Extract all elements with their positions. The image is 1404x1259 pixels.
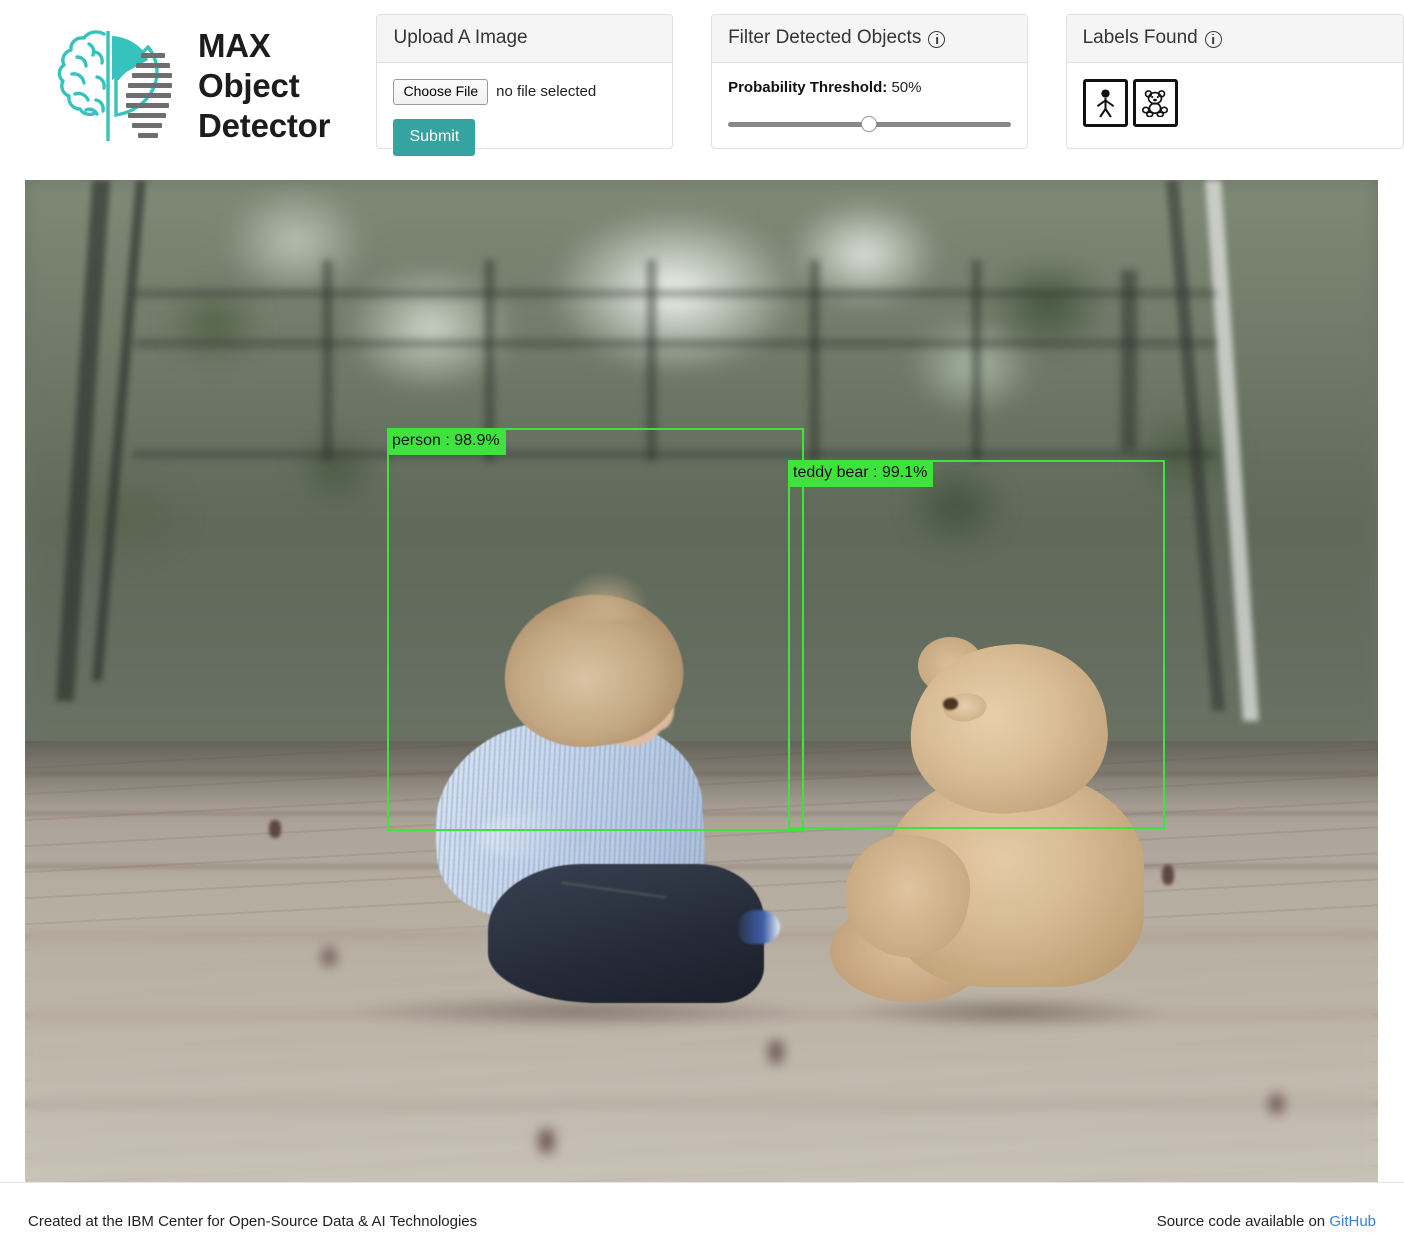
filter-panel-title: Filter Detected Objects — [728, 27, 922, 48]
child-shoe — [739, 910, 780, 945]
child-pants — [487, 864, 764, 1004]
labels-panel-title: Labels Found — [1082, 27, 1198, 48]
bridge-post-4 — [809, 260, 819, 461]
choose-file-button[interactable]: Choose File — [393, 79, 489, 105]
brand-title: MAX Object Detector — [198, 26, 330, 147]
upload-panel-body: Choose File no file selected Submit — [377, 63, 672, 174]
submit-button[interactable]: Submit — [393, 118, 476, 156]
photo-canvas — [25, 180, 1378, 1182]
filter-panel: Filter Detected Objects Probability Thre… — [711, 14, 1028, 149]
labels-panel-header: Labels Found — [1066, 15, 1403, 63]
background-foliage-left — [52, 180, 458, 661]
labels-found-panel: Labels Found — [1065, 14, 1404, 149]
brand-logo: MAX Object Detector — [0, 0, 368, 172]
bridge-rail-low — [133, 450, 1216, 458]
threshold-slider[interactable] — [728, 116, 1011, 134]
deck-nail — [268, 820, 281, 839]
person-pictogram-icon — [1096, 88, 1114, 118]
top-toolbar: MAX Object Detector Upload A Image Choos… — [0, 0, 1404, 172]
detection-image[interactable]: person : 98.9% teddy bear : 99.1% — [25, 180, 1378, 1182]
teddy-bear-figure — [830, 634, 1195, 1030]
background-foliage-right — [863, 180, 1324, 681]
labels-panel-body — [1067, 63, 1403, 145]
child-figure — [398, 569, 804, 1016]
child-shirt-fold — [477, 809, 587, 862]
bridge-post-1 — [322, 260, 332, 461]
bridge-post-2 — [485, 260, 495, 461]
footer-credit: Created at the IBM Center for Open-Sourc… — [28, 1212, 478, 1230]
upload-panel: Upload A Image Choose File no file selec… — [376, 14, 674, 156]
info-circle-icon[interactable] — [1204, 30, 1222, 48]
bridge-rail-top — [133, 290, 1216, 298]
brand-line-2: Object — [198, 66, 300, 104]
file-status-label: no file selected — [496, 83, 597, 101]
footer-source: Source code available on GitHub — [1157, 1213, 1376, 1230]
page-footer: Created at the IBM Center for Open-Sourc… — [0, 1182, 1404, 1259]
github-link[interactable]: GitHub — [1329, 1213, 1376, 1230]
filter-panel-header: Filter Detected Objects — [712, 15, 1027, 63]
file-input-row: Choose File no file selected — [393, 79, 656, 105]
threshold-value: 50% — [891, 79, 922, 96]
upload-panel-title: Upload A Image — [393, 27, 528, 48]
teddy-bear-pictogram-icon — [1142, 90, 1169, 117]
threshold-label: Probability Threshold: — [728, 79, 888, 96]
footer-source-prefix: Source code available on — [1156, 1212, 1330, 1230]
bridge-post-3 — [647, 260, 657, 461]
bridge-post-6 — [1120, 270, 1137, 451]
label-chip-person[interactable] — [1082, 79, 1128, 127]
info-circle-icon[interactable] — [928, 30, 946, 48]
brand-line-1: MAX — [198, 26, 271, 64]
threshold-readout: Probability Threshold: 50% — [728, 79, 1011, 96]
bridge-rail-mid — [133, 340, 1216, 348]
upload-panel-header: Upload A Image — [377, 15, 673, 63]
brain-logo-icon — [44, 22, 184, 150]
slider-thumb[interactable] — [861, 116, 878, 132]
filter-panel-body: Probability Threshold: 50% — [712, 63, 1027, 152]
label-chip-teddy-bear[interactable] — [1132, 79, 1178, 127]
brand-line-3: Detector — [198, 107, 331, 145]
app-root: MAX Object Detector Upload A Image Choos… — [0, 0, 1404, 1259]
label-icon-list — [1082, 79, 1387, 127]
child-hair-wisp — [560, 569, 651, 621]
bridge-post-5 — [972, 260, 982, 461]
